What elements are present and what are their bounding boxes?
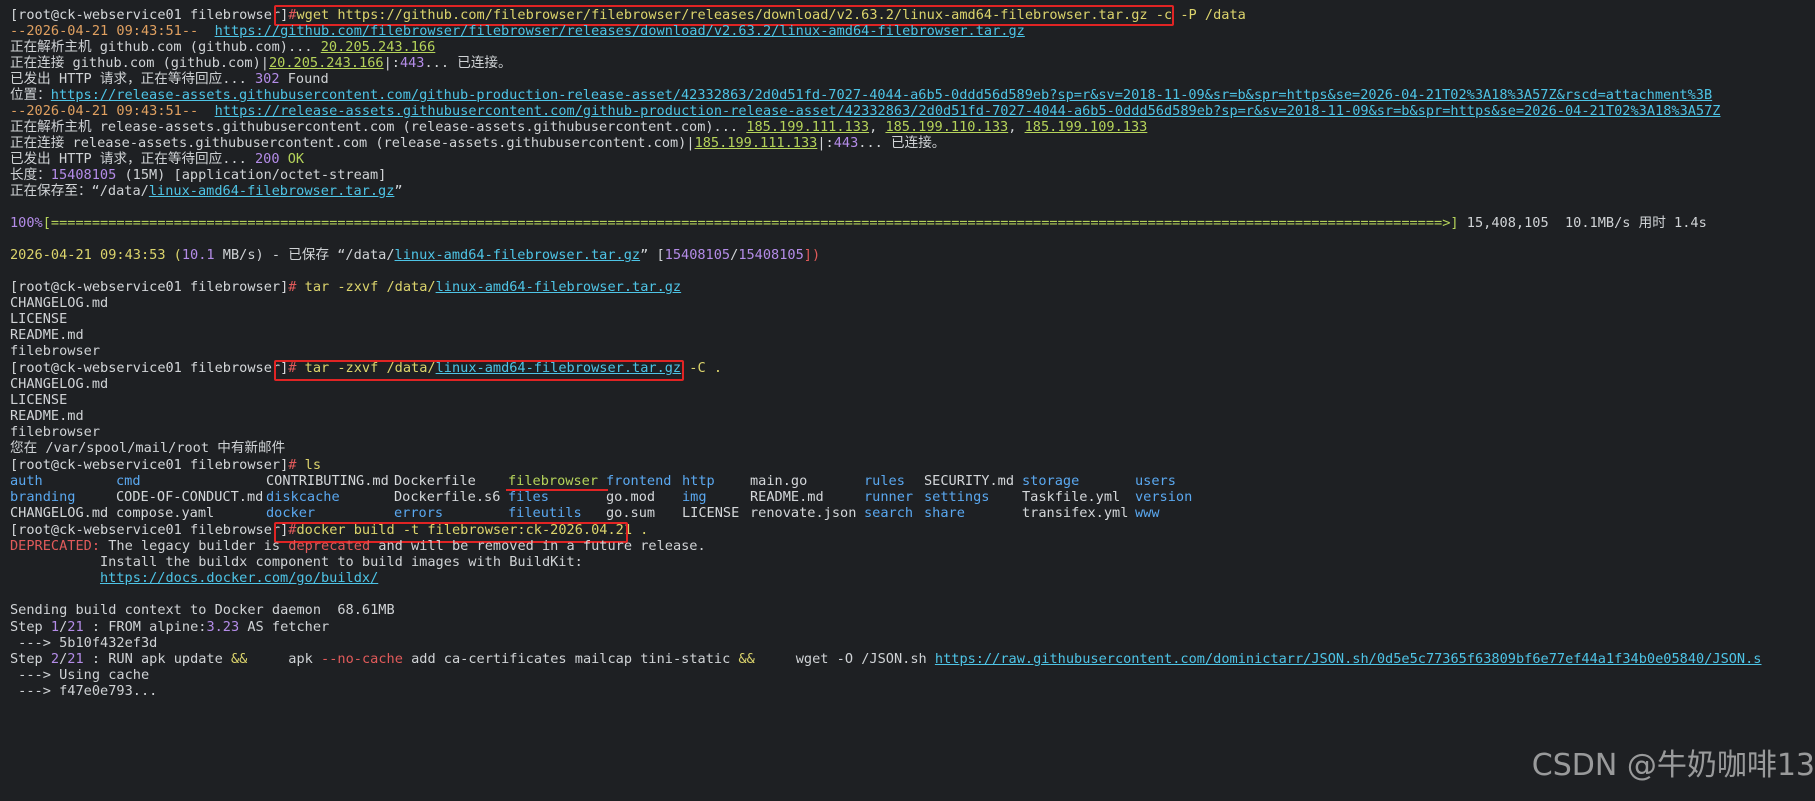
- terminal-line: 2026-04-21 09:43:53 (10.1 MB/s) - 已保存 “/…: [10, 246, 820, 265]
- output-text: and will be removed in a future release.: [370, 538, 706, 554]
- output-text: ]): [803, 247, 821, 263]
- progress-percent: 100%: [10, 215, 43, 231]
- output-text: ,: [869, 119, 886, 135]
- output-text: Step: [10, 619, 51, 635]
- file-length: 15408105: [50, 167, 117, 183]
- shell-prompt: [root@ck-webservice01 filebrowser]: [10, 522, 289, 538]
- timestamp: --2026-04-21 09:43:51--: [10, 23, 215, 39]
- ip-address: 185.199.111.133: [746, 119, 870, 135]
- download-progress-bar: 100%[===================================…: [10, 214, 1707, 233]
- url-link[interactable]: https://docs.docker.com/go/buildx/: [100, 570, 378, 586]
- output-text: 正在解析主机 github.com (github.com)...: [10, 39, 321, 55]
- flag: --no-cache: [321, 651, 403, 667]
- output-text: 正在连接 github.com (github.com)|: [10, 55, 269, 71]
- output-text: MB/s) - 已保存 “/data/: [214, 247, 395, 263]
- url-link[interactable]: https://github.com/filebrowser/filebrows…: [215, 23, 1025, 39]
- step-number: 21: [67, 651, 84, 667]
- output-text: ” [: [640, 247, 665, 263]
- shell-prompt: [root@ck-webservice01 filebrowser]: [10, 7, 289, 23]
- status-code: 302: [254, 71, 280, 87]
- highlight-box-tar: [274, 360, 684, 381]
- warning-label: DEPRECATED:: [10, 538, 101, 554]
- output-text: 长度：: [10, 167, 51, 183]
- output-text: |:: [383, 55, 400, 71]
- speed-value: 10.1: [181, 247, 215, 263]
- ls-entry[interactable]: renovate.json: [750, 504, 856, 523]
- prompt-hash: #: [288, 457, 297, 473]
- underline-filebrowser: [506, 489, 608, 491]
- output-text: wget -O /JSON.sh: [754, 651, 935, 667]
- file-path: linux-amd64-filebrowser.tar.gz: [148, 183, 395, 199]
- output-text: : FROM alpine:: [83, 619, 207, 635]
- output-text: 正在保存至：“/data/: [10, 183, 149, 199]
- command-text: tar -zxvf /data/: [304, 279, 436, 295]
- output-text: Step: [10, 651, 51, 667]
- url-link[interactable]: https://release-assets.githubusercontent…: [215, 103, 1721, 119]
- csdn-watermark: CSDN @牛奶咖啡13: [1531, 748, 1815, 783]
- output-text: 正在连接 release-assets.githubusercontent.co…: [10, 135, 695, 151]
- file-path: linux-amd64-filebrowser.tar.gz: [394, 247, 641, 263]
- timestamp: --2026-04-21 09:43:51--: [10, 103, 215, 119]
- output-text: 2026-04-21 09:43:53 (: [10, 247, 182, 263]
- prompt-hash: #: [288, 279, 297, 295]
- output-text: (15M) [application/octet-stream]: [116, 167, 387, 183]
- output-text: The legacy builder is: [100, 538, 289, 554]
- operator: &&: [231, 651, 248, 667]
- output-text: OK: [279, 151, 305, 167]
- output-text: ,: [1008, 119, 1025, 135]
- progress-stats: 15,408,105 10.1MB/s 用时 1.4s: [1458, 215, 1707, 231]
- ls-entry[interactable]: search: [864, 504, 913, 523]
- output-text: : RUN apk update: [83, 651, 231, 667]
- output-text: ... 已连接。: [858, 135, 946, 151]
- output-text: ”: [394, 183, 403, 199]
- output-text: deprecated: [288, 538, 371, 554]
- port-number: 443: [399, 55, 425, 71]
- output-text: AS fetcher: [239, 619, 330, 635]
- progress-track: [=======================================…: [42, 215, 1459, 231]
- shell-prompt: [root@ck-webservice01 filebrowser]: [10, 360, 289, 376]
- terminal-line: Step 2/21 : RUN apk update && apk --no-c…: [10, 650, 1762, 669]
- step-number: 21: [67, 619, 84, 635]
- terminal-window[interactable]: [root@ck-webservice01 filebrowser]#wget …: [0, 0, 1815, 801]
- step-number: 1: [50, 619, 60, 635]
- output-text: |:: [817, 135, 834, 151]
- terminal-line: [root@ck-webservice01 filebrowser]# tar …: [10, 278, 681, 297]
- terminal-line: ---> f47e0e793...: [10, 683, 158, 699]
- ls-entry[interactable]: www: [1135, 504, 1160, 523]
- port-number: 443: [833, 135, 859, 151]
- url-link[interactable]: https://raw.githubusercontent.com/domini…: [935, 651, 1762, 667]
- status-code: 200: [254, 151, 280, 167]
- output-text: Found: [279, 71, 329, 87]
- bytes-value: 15408105: [738, 247, 804, 263]
- file-path: linux-amd64-filebrowser.tar.gz: [435, 279, 682, 295]
- url-link[interactable]: https://release-assets.githubusercontent…: [51, 87, 1712, 103]
- output-text: apk: [247, 651, 322, 667]
- command-text: -C .: [681, 360, 723, 376]
- command-text: ls: [304, 457, 322, 473]
- ip-address: 185.199.110.133: [885, 119, 1009, 135]
- output-text: ... 已连接。: [424, 55, 512, 71]
- terminal-line: https://docs.docker.com/go/buildx/: [100, 569, 378, 588]
- ip-address: 185.199.111.133: [694, 135, 818, 151]
- operator: &&: [738, 651, 755, 667]
- output-text: add ca-certificates mailcap tini-static: [402, 651, 739, 667]
- ip-address: 20.205.243.166: [320, 39, 436, 55]
- output-text: 已发出 HTTP 请求，正在等待回应...: [10, 151, 255, 167]
- bytes-value: 15408105: [664, 247, 731, 263]
- ls-entry[interactable]: transifex.yml: [1022, 504, 1128, 523]
- output-text: 位置：: [10, 87, 51, 103]
- ls-entry[interactable]: LICENSE: [682, 504, 739, 523]
- ip-address: 185.199.109.133: [1024, 119, 1148, 135]
- terminal-line: 正在保存至：“/data/linux-amd64-filebrowser.tar…: [10, 182, 403, 201]
- step-number: 2: [50, 651, 60, 667]
- shell-prompt: [root@ck-webservice01 filebrowser]: [10, 457, 289, 473]
- version-number: 3.23: [206, 619, 240, 635]
- output-text: 正在解析主机 release-assets.githubusercontent.…: [10, 119, 747, 135]
- ls-entry[interactable]: share: [924, 504, 965, 523]
- shell-prompt: [root@ck-webservice01 filebrowser]: [10, 279, 289, 295]
- ip-address: 20.205.243.166: [268, 55, 384, 71]
- output-text: 已发出 HTTP 请求，正在等待回应...: [10, 71, 255, 87]
